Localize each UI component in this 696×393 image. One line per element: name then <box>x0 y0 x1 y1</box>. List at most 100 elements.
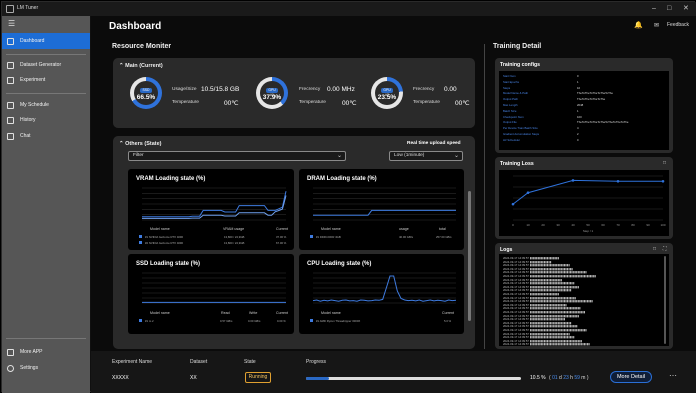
vram-row2-usage: 13,800 / 22,9GB <box>224 241 245 245</box>
config-value: 1 <box>577 108 579 113</box>
header-dataset: Dataset <box>190 359 208 365</box>
ssd-line-chart <box>142 272 286 304</box>
header-experiment-name: Experiment Name <box>112 359 153 365</box>
vram-chart-title: VRAM Loading state (%) <box>136 176 206 182</box>
logs-card: Logs □ ⛶ 2024-09-17 14:09:57 ▮▮▮▮▮▮▮▮▮▮▮… <box>495 243 673 349</box>
loss-point <box>511 202 515 206</box>
others-title: Others (State) <box>125 141 162 147</box>
loss-line-chart: 0 10 20 30 40 50 60 70 80 90 100 Step / 1 <box>511 175 666 233</box>
config-key: Model Name & Path <box>503 91 529 96</box>
app-logo-icon <box>6 5 14 13</box>
vram-row2-model: #2 NVIDIA GeForce RTX 4090 <box>145 241 184 245</box>
cpu-col-model: Model name <box>321 311 341 315</box>
loss-point <box>616 179 620 183</box>
series-color-swatch <box>310 235 313 238</box>
training-loss-plot: 0 10 20 30 40 50 60 70 80 90 100 Step / 1 <box>499 170 669 236</box>
sidebar-item-experiment[interactable]: Experiment <box>2 72 90 88</box>
eta-days: 01 <box>552 375 558 381</box>
logs-list: 2024-09-17 14:09:57 ▮▮▮▮▮▮▮▮▮▮▮▮▮▮▮▮▮▮▮ 2… <box>499 254 669 346</box>
column-divider <box>484 44 485 349</box>
dashboard-icon <box>7 37 14 45</box>
config-key: Output Path <box>503 97 518 102</box>
dram-chart-card: DRAM Loading state (%) Model name usage … <box>299 169 464 250</box>
gpu1-temp-value: 00℃ <box>342 100 357 107</box>
loss-point <box>526 191 530 195</box>
sidebar-divider <box>6 54 86 55</box>
title-bar: LM Tuner – □ ✕ <box>2 2 696 16</box>
feedback-icon[interactable]: ✉ <box>654 22 659 29</box>
upload-speed-select[interactable]: Low (1minute) ⌄ <box>389 151 463 161</box>
others-state-card: ⌃ Others (State) Real time upload speed … <box>113 136 475 349</box>
minimize-icon[interactable]: – <box>652 4 656 14</box>
x-tick-label: 40 <box>571 223 575 227</box>
ssd-chart-card: SSD Loading state (%) Model name Read Wr… <box>128 254 294 334</box>
ssd-temp-label: Temperature <box>172 100 199 105</box>
ssd-row1-model: #1 m.2 <box>145 319 154 323</box>
calendar-icon <box>7 101 14 109</box>
ssd-row1-current: 0.00 % <box>277 319 286 323</box>
sidebar-item-label: My Schedule <box>20 102 49 108</box>
dram-line-chart <box>313 187 456 221</box>
ssd-col-write: Write <box>249 311 258 315</box>
copy-icon[interactable]: □ <box>653 246 656 252</box>
feedback-button[interactable]: Feedback <box>667 22 689 28</box>
dram-row1-model: #1 DDR4 DDR 4GB <box>316 235 341 239</box>
filter-select[interactable]: Filter ⌄ <box>128 151 346 161</box>
header-progress: Progress <box>306 359 327 365</box>
ssd-col-current: Current <box>276 311 288 315</box>
expand-icon[interactable]: □ <box>663 160 666 166</box>
main-content: Dashboard 🔔 ✉ Feedback Resource Moniter … <box>91 16 696 393</box>
app-window: LM Tuner – □ ✕ ☰ Dashboard Dataset Gener… <box>1 1 696 393</box>
more-detail-button[interactable]: More Detail <box>610 371 652 383</box>
sidebar-item-more-app[interactable]: More APP <box>2 344 90 360</box>
gpu2-temp-label: Temperature <box>413 100 440 105</box>
dram-col-total: total <box>439 227 446 231</box>
sidebar-item-settings[interactable]: Settings <box>2 360 90 376</box>
expand-icon[interactable]: ⛶ <box>663 246 667 252</box>
notification-bell-icon[interactable]: 🔔 <box>634 21 643 29</box>
sidebar-divider <box>6 338 86 339</box>
resource-monitor-title: Resource Moniter <box>112 43 172 50</box>
sidebar-item-label: Dashboard <box>20 38 45 44</box>
sidebar-item-label: More APP <box>20 349 43 355</box>
sidebar-item-dataset-generator[interactable]: Dataset Generator <box>2 57 90 73</box>
progress-fill <box>306 377 329 380</box>
sidebar-item-history[interactable]: History <box>2 112 90 128</box>
logs-title: Logs <box>500 247 513 253</box>
eta-hours: 23 <box>563 375 569 381</box>
gpu1-gauge: GPU #1 37.9% <box>256 77 288 109</box>
gpu2-freq-value: 0.00 <box>444 86 457 93</box>
app-title: LM Tuner <box>17 5 39 11</box>
series-color-swatch <box>139 319 142 322</box>
maximize-icon[interactable]: □ <box>667 4 671 14</box>
config-value: TheToTheToTheToTheToTheToTheToThe <box>577 120 629 125</box>
ssd-chart-title: SSD Loading state (%) <box>136 261 201 267</box>
config-value: 2048 <box>577 103 584 107</box>
x-tick-label: 70 <box>616 223 620 227</box>
config-key: Gradient Accumulation Steps <box>503 132 540 136</box>
sidebar-item-chat[interactable]: Chat <box>2 128 90 144</box>
more-options-icon[interactable]: ⋯ <box>669 371 677 380</box>
config-value: 0 <box>577 137 579 142</box>
main-current-header[interactable]: ⌃ Main (Current) <box>119 63 163 69</box>
config-key: Start Num <box>503 74 516 78</box>
others-header[interactable]: ⌃ Others (State) <box>119 141 162 147</box>
ssd-row1-write: 0.00 GB/s <box>248 319 261 323</box>
menu-icon[interactable]: ☰ <box>8 19 15 28</box>
config-value: 2 <box>577 132 579 136</box>
series-color-swatch <box>310 319 313 322</box>
cpu-row1-current: 5.0 % <box>444 319 452 323</box>
main-current-title: Main (Current) <box>125 63 163 69</box>
sidebar-item-my-schedule[interactable]: My Schedule <box>2 97 90 113</box>
logs-scrollbar[interactable] <box>664 256 666 344</box>
close-icon[interactable]: ✕ <box>683 4 689 14</box>
config-key: Output File <box>503 120 517 125</box>
cpu-row1-model: #1 AMD Ryzen Threadripper 3000X <box>316 319 361 323</box>
sidebar: ☰ Dashboard Dataset Generator Experiment… <box>2 16 90 393</box>
gpu2-percent: 23.5% <box>377 94 397 101</box>
sidebar-item-dashboard[interactable]: Dashboard <box>2 33 90 49</box>
ssd-usage-label: Usage/Size <box>172 87 197 92</box>
collapse-chevron-icon: ⌃ <box>119 141 124 147</box>
others-scrollbar[interactable] <box>468 191 471 321</box>
config-key: Max Length <box>503 103 518 107</box>
